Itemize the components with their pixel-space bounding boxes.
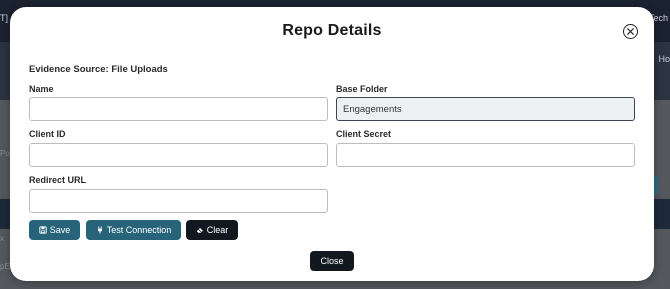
test-connection-button[interactable]: Test Connection — [86, 220, 181, 240]
redirect-url-input[interactable] — [29, 189, 328, 213]
background-row-text: pE — [0, 262, 10, 271]
close-button[interactable]: Close — [310, 251, 354, 271]
save-button-label: Save — [49, 225, 71, 235]
base-folder-label: Base Folder — [336, 84, 388, 94]
client-id-label: Client ID — [29, 129, 66, 139]
name-label: Name — [29, 84, 54, 94]
clear-button[interactable]: Clear — [186, 220, 238, 240]
test-connection-label: Test Connection — [106, 225, 172, 235]
save-button[interactable]: Save — [29, 220, 80, 240]
repo-details-modal: Repo Details Evidence Source: File Uploa… — [10, 7, 654, 281]
modal-title: Repo Details — [282, 22, 382, 39]
background-nav-home: Ho — [658, 54, 670, 64]
client-id-input[interactable] — [29, 143, 328, 167]
save-icon — [39, 226, 47, 234]
close-button-label: Close — [320, 256, 344, 266]
clear-button-label: Clear — [206, 225, 229, 235]
close-x-glyph — [627, 28, 634, 35]
client-secret-label: Client Secret — [336, 129, 392, 139]
plug-icon — [97, 226, 102, 234]
redirect-url-label: Redirect URL — [29, 175, 87, 185]
eraser-icon — [196, 228, 203, 233]
client-secret-input[interactable] — [336, 143, 635, 167]
evidence-source-label: Evidence Source: File Uploads — [29, 64, 168, 75]
background-row-text: x — [0, 234, 4, 243]
name-input[interactable] — [29, 97, 328, 121]
close-icon[interactable] — [623, 24, 638, 39]
base-folder-input[interactable] — [336, 97, 635, 121]
